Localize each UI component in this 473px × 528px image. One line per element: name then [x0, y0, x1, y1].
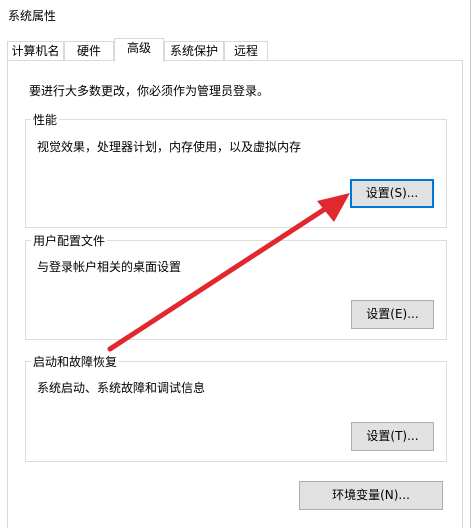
- tab-system-protection[interactable]: 系统保护: [164, 41, 224, 61]
- tab-hardware[interactable]: 硬件: [64, 41, 114, 61]
- startup-recovery-settings-button[interactable]: 设置(T)...: [351, 422, 434, 451]
- title-bar: 系统属性: [0, 0, 473, 30]
- tab-computer-name[interactable]: 计算机名: [7, 41, 64, 61]
- group-desc-startup-recovery: 系统启动、系统故障和调试信息: [37, 381, 206, 395]
- group-title-startup-recovery: 启动和故障恢复: [31, 353, 120, 370]
- group-performance: 性能 视觉效果，处理器计划，内存使用，以及虚拟内存: [25, 111, 447, 228]
- group-desc-performance: 视觉效果，处理器计划，内存使用，以及虚拟内存: [37, 140, 302, 154]
- window-title: 系统属性: [8, 9, 57, 23]
- group-title-user-profiles: 用户配置文件: [31, 232, 108, 249]
- tab-remote[interactable]: 远程: [224, 41, 268, 61]
- tab-advanced[interactable]: 高级: [114, 38, 164, 62]
- admin-note: 要进行大多数更改，你必须作为管理员登录。: [29, 84, 270, 98]
- environment-variables-button[interactable]: 环境变量(N)...: [299, 481, 443, 510]
- performance-settings-button[interactable]: 设置(S)...: [350, 179, 434, 208]
- group-title-performance: 性能: [31, 111, 60, 128]
- user-profiles-settings-button[interactable]: 设置(E)...: [351, 300, 434, 329]
- group-desc-user-profiles: 与登录帐户相关的桌面设置: [37, 260, 182, 274]
